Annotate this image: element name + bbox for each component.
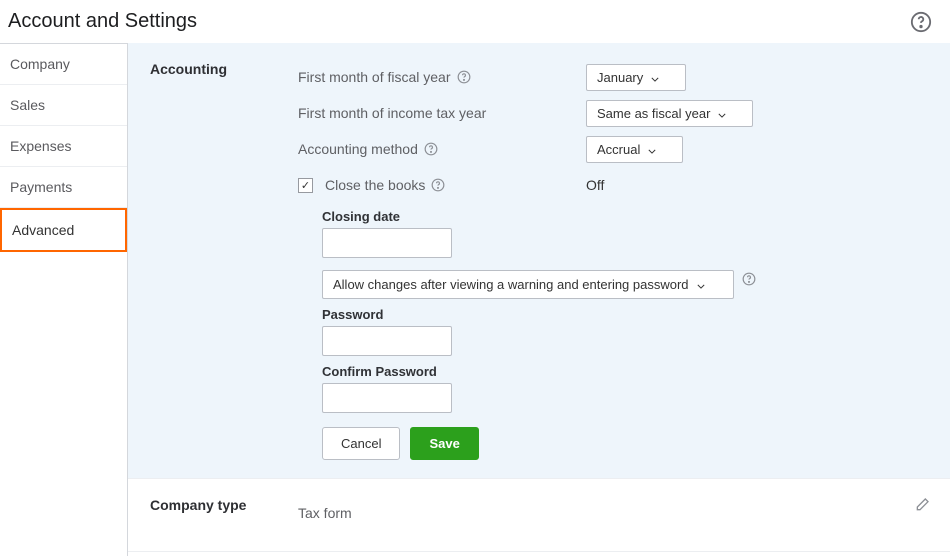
sidebar-item-company[interactable]: Company [0,44,127,85]
password-input[interactable] [322,326,452,356]
method-label: Accounting method [298,141,418,157]
pencil-icon[interactable] [914,497,930,513]
fiscal-year-label: First month of fiscal year [298,69,451,85]
method-value: Accrual [597,142,640,157]
warning-select[interactable]: Allow changes after viewing a warning an… [322,270,734,299]
fiscal-year-value: January [597,70,643,85]
sidebar-item-advanced[interactable]: Advanced [0,208,127,252]
chevron-down-icon [697,277,705,292]
password-label: Password [322,307,928,322]
help-icon[interactable] [742,272,756,286]
tax-year-select[interactable]: Same as fiscal year [586,100,753,127]
close-books-value: Off [586,177,786,193]
tax-form-label: Tax form [298,505,352,521]
section-company-type: Company type Tax form [128,479,950,552]
confirm-password-label: Confirm Password [322,364,928,379]
help-icon[interactable] [457,70,471,84]
tax-year-label: First month of income tax year [298,105,486,121]
sidebar-item-expenses[interactable]: Expenses [0,126,127,167]
section-chart-of-accounts: Chart of accounts Enable account numbers… [128,552,950,556]
fiscal-year-select[interactable]: January [586,64,686,91]
section-title-accounting: Accounting [150,61,298,460]
close-books-checkbox[interactable] [298,178,313,193]
help-icon[interactable] [424,142,438,156]
confirm-password-input[interactable] [322,383,452,413]
sidebar-item-sales[interactable]: Sales [0,85,127,126]
close-books-label: Close the books [325,177,425,193]
chevron-down-icon [648,142,656,157]
chevron-down-icon [651,70,659,85]
section-accounting: Accounting First month of fiscal year Ja… [128,43,950,479]
cancel-button[interactable]: Cancel [322,427,400,460]
section-title-company-type: Company type [150,497,298,533]
closing-date-label: Closing date [322,209,928,224]
closing-date-input[interactable] [322,228,452,258]
page-title: Account and Settings [8,10,197,33]
method-select[interactable]: Accrual [586,136,683,163]
tax-year-value: Same as fiscal year [597,106,710,121]
main-content: Accounting First month of fiscal year Ja… [128,43,950,556]
sidebar: Company Sales Expenses Payments Advanced [0,43,128,556]
save-button[interactable]: Save [410,427,478,460]
sidebar-item-payments[interactable]: Payments [0,167,127,208]
help-icon[interactable] [431,178,445,192]
warning-select-value: Allow changes after viewing a warning an… [333,277,689,292]
help-icon[interactable] [910,11,932,33]
chevron-down-icon [718,106,726,121]
